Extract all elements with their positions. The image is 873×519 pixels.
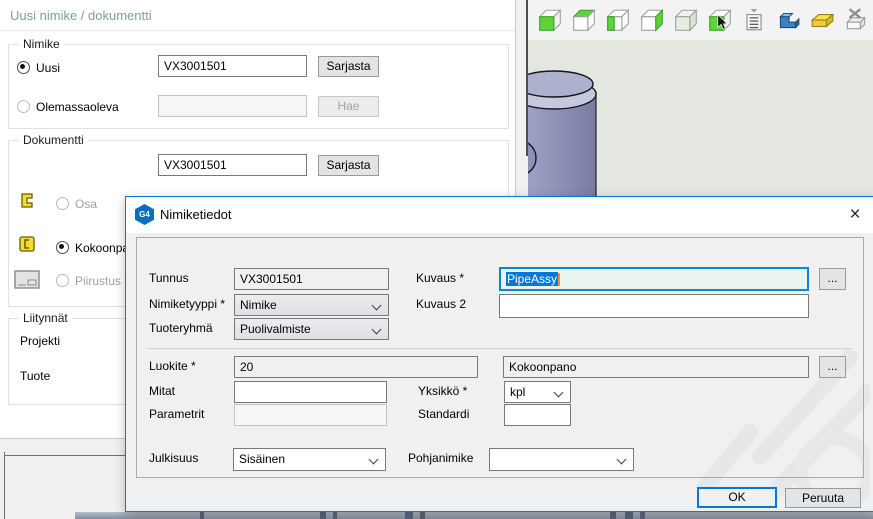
frame-line-horizontal <box>4 455 125 456</box>
nimiketyyppi-label: Nimiketyyppi * <box>149 297 225 311</box>
nimike-group-label: Nimike <box>19 37 64 51</box>
item-details-title: Nimiketiedot <box>160 207 232 222</box>
tuoteryhma-value: Puolivalmiste <box>240 322 311 336</box>
standardi-label: Standardi <box>418 407 469 421</box>
cube-top-face-icon[interactable] <box>571 7 597 33</box>
item-details-dialog: G4 Nimiketiedot × Tunnus VX3001501 Kuvau… <box>125 196 873 512</box>
yksikko-label: Yksikkö * <box>418 384 467 398</box>
close-icon[interactable]: × <box>840 202 870 228</box>
ok-button[interactable]: OK <box>697 487 777 508</box>
background-model-strip <box>75 512 873 519</box>
drawing-icon <box>14 270 40 292</box>
chevron-down-icon <box>372 325 382 335</box>
osa-radio-label: Osa <box>75 197 97 211</box>
nimiketyyppi-select[interactable]: Nimike <box>234 294 389 316</box>
kuvaus-browse-button[interactable]: ... <box>819 268 846 290</box>
delete-solid-icon[interactable] <box>843 7 869 33</box>
assembly-icon <box>17 234 38 258</box>
document-id-input[interactable]: VX3001501 <box>158 154 307 176</box>
olemassaoleva-radio[interactable] <box>17 100 30 113</box>
kuvaus2-field[interactable] <box>499 294 809 318</box>
form-separator <box>147 348 852 349</box>
kuvaus-label: Kuvaus * <box>416 271 464 285</box>
osa-radio <box>56 197 69 210</box>
peruuta-button[interactable]: Peruuta <box>785 488 861 508</box>
projekti-label: Projekti <box>20 334 60 348</box>
feature-list-icon[interactable] <box>741 7 767 33</box>
cube-left-face-icon[interactable] <box>605 7 631 33</box>
yksikko-select[interactable]: kpl <box>504 381 571 403</box>
julkisuus-label: Julkisuus <box>149 451 198 465</box>
cube-front-face-icon[interactable] <box>537 7 563 33</box>
piirustus-radio <box>56 274 69 287</box>
kuvaus-field[interactable]: PipeAssy <box>499 267 809 291</box>
liitynnat-group-label: Liitynnät <box>19 311 72 325</box>
new-item-dialog-title: Uusi nimike / dokumentti <box>10 8 152 23</box>
3d-viewport[interactable] <box>528 40 873 196</box>
cylinder-model <box>528 68 612 196</box>
kokoonpano-radio[interactable] <box>56 241 69 254</box>
item-details-titlebar[interactable]: G4 Nimiketiedot × <box>126 197 873 233</box>
sarjasta-button-dokumentti[interactable]: Sarjasta <box>318 155 379 176</box>
uusi-radio-label: Uusi <box>36 61 60 75</box>
uusi-radio[interactable] <box>17 61 30 74</box>
tuoteryhma-label: Tuoteryhmä <box>149 321 213 335</box>
luokite-label: Luokite * <box>149 359 196 373</box>
g4-app-icon: G4 <box>135 204 154 225</box>
kuvaus-selected-text: PipeAssy <box>506 272 558 286</box>
dokumentti-group-label: Dokumentti <box>19 133 88 147</box>
chevron-down-icon <box>554 388 564 398</box>
olemassaoleva-radio-label: Olemassaoleva <box>36 100 119 114</box>
screen: Uusi nimike / dokumentti Nimike Uusi VX3… <box>0 0 873 519</box>
mitat-field[interactable] <box>234 381 387 403</box>
select-face-icon[interactable] <box>707 7 733 33</box>
chevron-down-icon <box>372 301 382 311</box>
luokite-browse-button[interactable]: ... <box>819 356 846 378</box>
cad-toolbar <box>528 0 873 40</box>
parametrit-field <box>234 404 387 426</box>
pohjanimike-select[interactable] <box>489 448 634 471</box>
part-icon <box>18 192 38 214</box>
tuoteryhma-select[interactable]: Puolivalmiste <box>234 318 389 340</box>
cube-right-face-icon[interactable] <box>639 7 665 33</box>
luokite-name-field: Kokoonpano <box>503 356 809 378</box>
nimiketyyppi-value: Nimike <box>240 298 277 312</box>
luokite-code-field: 20 <box>234 356 478 378</box>
tunnus-field: VX3001501 <box>234 268 389 290</box>
chevron-down-icon <box>617 455 627 465</box>
julkisuus-value: Sisäinen <box>239 452 285 466</box>
tunnus-label: Tunnus <box>149 271 189 285</box>
existing-item-id-input <box>158 95 307 117</box>
chevron-down-icon <box>369 455 379 465</box>
parametrit-label: Parametrit <box>149 407 204 421</box>
text-caret <box>558 273 560 286</box>
sarjasta-button-nimike[interactable]: Sarjasta <box>318 56 379 77</box>
mitat-label: Mitat <box>149 384 175 398</box>
cube-solid-icon[interactable] <box>673 7 699 33</box>
kuvaus2-label: Kuvaus 2 <box>416 297 466 311</box>
julkisuus-select[interactable]: Sisäinen <box>233 448 386 471</box>
pohjanimike-label: Pohjanimike <box>408 451 473 465</box>
yksikko-value: kpl <box>510 385 525 399</box>
piirustus-radio-label: Piirustus <box>75 274 121 288</box>
standardi-field[interactable] <box>504 404 571 426</box>
hae-button: Hae <box>318 96 379 117</box>
tuote-label: Tuote <box>20 369 50 383</box>
flat-box-icon[interactable] <box>809 7 835 33</box>
frame-line-vertical <box>4 452 5 519</box>
title-separator <box>0 30 515 31</box>
new-item-id-input[interactable]: VX3001501 <box>158 55 307 77</box>
solid-part-icon[interactable] <box>775 7 801 33</box>
